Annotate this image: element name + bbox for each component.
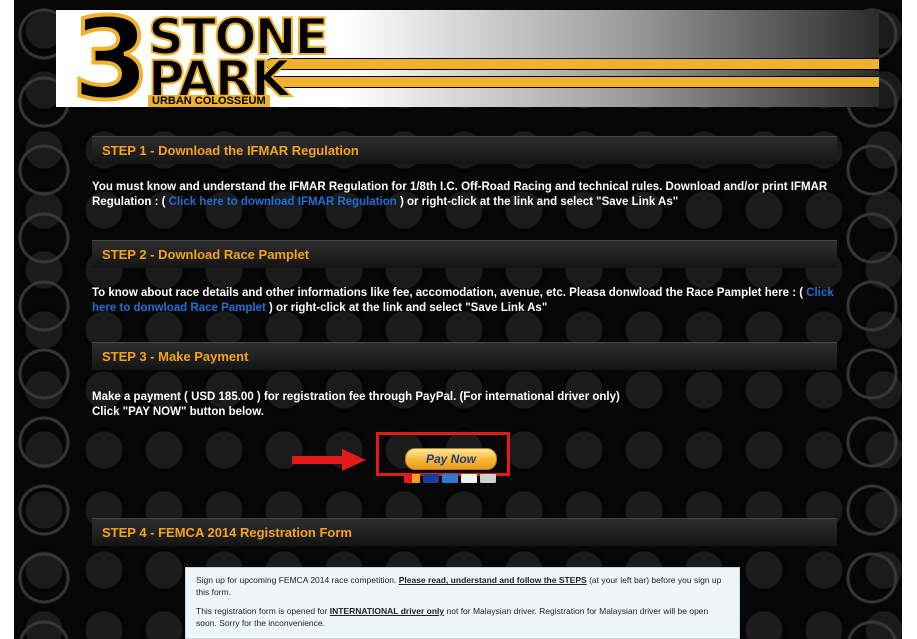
header-stripe bbox=[266, 76, 879, 88]
form-p2-before: This registration form is opened for bbox=[196, 606, 330, 616]
step-3-header: STEP 3 - Make Payment bbox=[92, 342, 837, 370]
pay-now-button[interactable]: Pay Now bbox=[405, 448, 497, 470]
header-stripe bbox=[266, 58, 879, 70]
form-p1-before: Sign up for upcoming FEMCA 2014 race com… bbox=[196, 575, 399, 585]
payment-info-line: Make a payment ( USD 185.00 ) for regist… bbox=[92, 391, 620, 403]
form-p2-emphasis: INTERNATIONAL driver only bbox=[329, 606, 445, 616]
payment-instruction-line: Click "PAY NOW" button below. bbox=[92, 406, 264, 418]
step-3-text: Make a payment ( USD 185.00 ) for regist… bbox=[92, 390, 837, 420]
red-arrow-icon bbox=[292, 449, 366, 471]
site-header: 3 STONE PARK URBAN COLOSSEUM bbox=[56, 10, 879, 107]
step-2-text-after: ) or right-click at the link and select … bbox=[265, 302, 548, 314]
form-p1-emphasis: Please read, understand and follow the S… bbox=[398, 575, 587, 585]
registration-form-notice: Sign up for upcoming FEMCA 2014 race com… bbox=[185, 567, 740, 639]
logo-numeral: 3 bbox=[70, 10, 152, 107]
echeck-icon bbox=[480, 474, 496, 483]
payment-card-icons bbox=[404, 474, 496, 483]
step-1-header: STEP 1 - Download the IFMAR Regulation bbox=[92, 136, 837, 164]
discover-icon bbox=[461, 474, 477, 483]
step-1-text: You must know and understand the IFMAR R… bbox=[92, 180, 837, 210]
logo-subtitle: URBAN COLOSSEUM bbox=[148, 95, 270, 107]
visa-icon bbox=[423, 474, 439, 483]
download-ifmar-link[interactable]: Click here to download IFMAR Regulation bbox=[169, 196, 397, 208]
mastercard-icon bbox=[404, 474, 420, 483]
form-notice-paragraph-2: This registration form is opened for INT… bbox=[196, 605, 729, 629]
step-2-header: STEP 2 - Download Race Pamplet bbox=[92, 240, 837, 268]
amex-icon bbox=[442, 474, 458, 483]
step-2-text: To know about race details and other inf… bbox=[92, 286, 837, 316]
step-2-text-before: To know about race details and other inf… bbox=[92, 287, 807, 299]
step-4-header: STEP 4 - FEMCA 2014 Registration Form bbox=[92, 518, 837, 546]
step-1-text-after: ) or right-click at the link and select … bbox=[396, 196, 679, 208]
form-notice-paragraph-1: Sign up for upcoming FEMCA 2014 race com… bbox=[196, 574, 729, 598]
